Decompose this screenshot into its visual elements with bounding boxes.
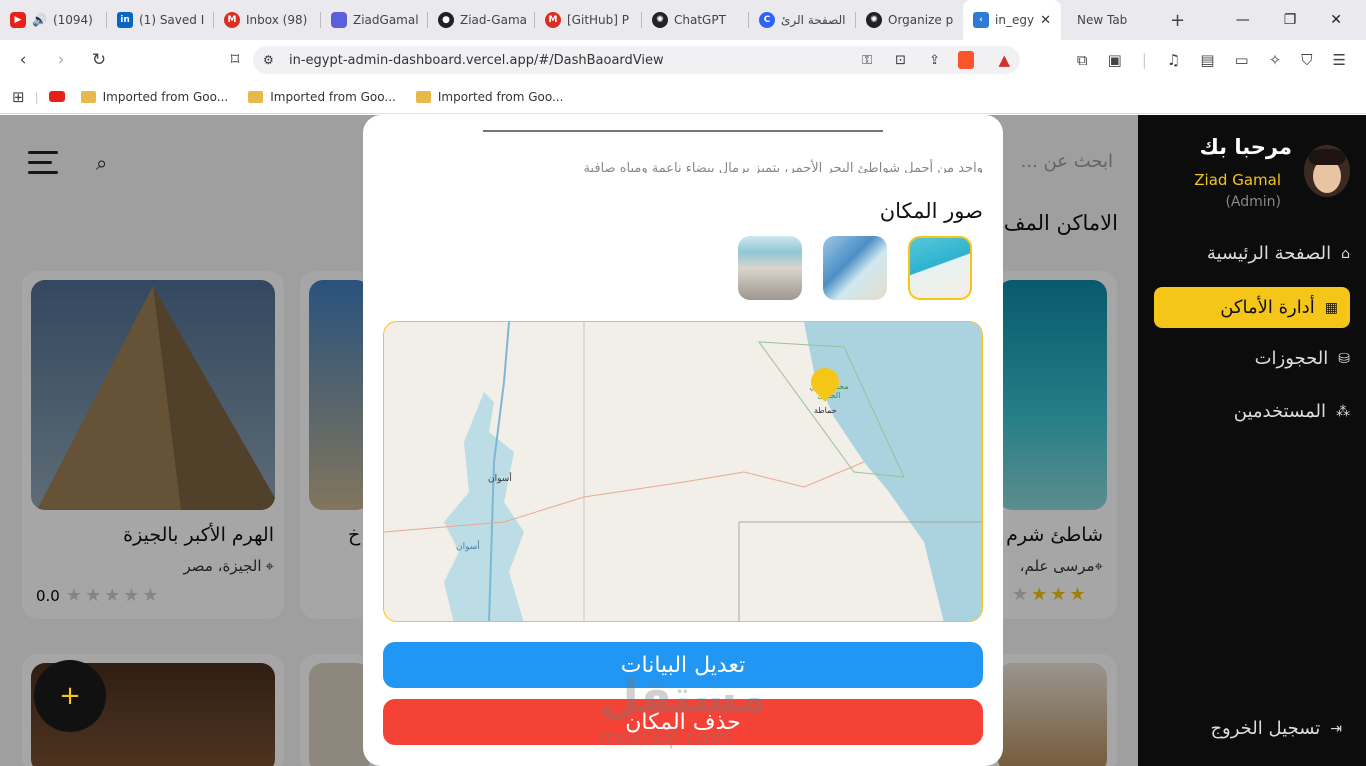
place-photo-3[interactable] xyxy=(738,236,802,300)
sidebar-icon[interactable]: ▤ xyxy=(1200,51,1214,69)
avatar[interactable] xyxy=(1304,145,1350,197)
bookmark-folder-1[interactable]: Imported from Goo... xyxy=(80,90,228,104)
tab-github-gmail[interactable]: M [GitHub] P xyxy=(535,0,642,40)
vpn-icon[interactable]: ⛉ xyxy=(1301,51,1312,69)
database-icon: ⛁ xyxy=(1338,350,1350,367)
place-details-modal: واحد من أجمل شواطئ البحر الأحمر، يتميز ب… xyxy=(363,115,1003,766)
welcome-text: مرحبا بك xyxy=(1199,135,1292,159)
back-arrow-icon[interactable]: ‹ xyxy=(8,50,38,70)
music-icon[interactable]: ♫ xyxy=(1167,51,1180,69)
tab-linkedin[interactable]: in (1) Saved I xyxy=(107,0,214,40)
leo-icon[interactable]: ✧ xyxy=(1269,51,1282,69)
tab-gmail[interactable]: M Inbox (98) xyxy=(214,0,321,40)
app-icon xyxy=(331,12,347,28)
place-map[interactable]: أسوان أسوان محمية وادي الجمال حماطة xyxy=(383,321,983,622)
user-name: Ziad Gamal xyxy=(1194,171,1281,189)
folder-icon xyxy=(80,91,96,103)
add-place-button[interactable]: + xyxy=(34,660,106,732)
bookmark-folder-2[interactable]: Imported from Goo... xyxy=(248,90,396,104)
map-graphic xyxy=(384,322,982,621)
tab-github[interactable]: ● Ziad-Gama xyxy=(428,0,535,40)
tab-chatgpt[interactable]: ✺ ChatGPT xyxy=(642,0,749,40)
logout-button[interactable]: ⇥ تسجيل الخروج xyxy=(1210,718,1342,739)
logout-icon: ⇥ xyxy=(1330,720,1342,737)
bookmark-folder-3[interactable]: Imported from Goo... xyxy=(415,90,563,104)
tab-home-ar[interactable]: C الصفحة الرئ xyxy=(749,0,856,40)
flutter-icon: ‹ xyxy=(973,12,989,28)
user-role: (Admin) xyxy=(1225,194,1281,210)
modal-drag-handle[interactable] xyxy=(483,130,883,132)
audio-icon: 🔊 xyxy=(32,13,47,27)
chatgpt-icon: ✺ xyxy=(652,12,668,28)
tab-youtube[interactable]: ▶ 🔊 (1094) xyxy=(0,0,107,40)
place-photo-2[interactable] xyxy=(823,236,887,300)
key-icon[interactable]: ⚿ xyxy=(862,53,872,68)
reload-icon[interactable]: ↻ xyxy=(84,50,114,70)
home-icon: ⌂ xyxy=(1341,245,1350,262)
place-photo-1[interactable] xyxy=(908,236,972,300)
brave-rewards-icon[interactable]: ▲ xyxy=(998,51,1010,69)
tab-new-tab[interactable]: New Tab xyxy=(1061,0,1168,40)
extensions-icon[interactable]: ⧉ xyxy=(1077,51,1088,69)
site-info-icon[interactable]: ⚙ xyxy=(263,53,274,67)
sidebar-item-home[interactable]: ⌂ الصفحة الرئيسية xyxy=(1207,243,1350,264)
reader-icon[interactable]: ▣ xyxy=(1108,51,1122,69)
map-label-aswan: أسوان xyxy=(488,474,512,484)
close-tab-icon[interactable]: ✕ xyxy=(1040,13,1051,28)
address-bar-row: ‹ › ↻ ⌑ ⚙ in-egypt-admin-dashboard.verce… xyxy=(0,40,1366,80)
users-icon: ⁂ xyxy=(1336,403,1350,420)
github-icon: ● xyxy=(438,12,454,28)
url-field[interactable]: ⚙ in-egypt-admin-dashboard.vercel.app/#/… xyxy=(253,46,1020,74)
apps-grid-icon[interactable]: ⊞ xyxy=(12,88,25,106)
watermark-url: mostaql.com xyxy=(599,725,729,749)
menu-icon[interactable]: ☰ xyxy=(1333,51,1346,69)
place-description: واحد من أجمل شواطئ البحر الأحمر، يتميز ب… xyxy=(583,161,983,173)
bookmark-icon[interactable]: ⌑ xyxy=(220,50,250,70)
dashboard-page: ⌕ ابحث عن ... الاماكن المف الهرم الأكبر … xyxy=(0,115,1366,766)
chatgpt-icon: ✺ xyxy=(866,12,882,28)
sidebar: مرحبا بك Ziad Gamal (Admin) ⌂ الصفحة الرئ… xyxy=(1138,115,1366,766)
youtube-icon: ▶ xyxy=(10,12,26,28)
sidebar-item-places[interactable]: ▦ أدارة الأماكن xyxy=(1154,287,1350,328)
gmail-icon: M xyxy=(224,12,240,28)
store-icon: ▦ xyxy=(1324,299,1338,316)
browser-tab-bar: ▶ 🔊 (1094) in (1) Saved I M Inbox (98) ZiadG… xyxy=(0,0,1366,40)
tab-organize[interactable]: ✺ Organize p xyxy=(856,0,963,40)
photos-title: صور المكان xyxy=(879,199,983,223)
forward-arrow-icon[interactable]: › xyxy=(46,50,76,70)
map-label-aswan-lake: أسوان xyxy=(456,542,480,552)
watermark-logo: مستقل xyxy=(599,669,768,723)
folder-icon xyxy=(248,91,264,103)
tab-ziadgamal[interactable]: ZiadGamal xyxy=(321,0,428,40)
map-label-hamata: حماطة xyxy=(814,406,837,415)
share-icon[interactable]: ⇪ xyxy=(929,53,940,68)
minimize-icon[interactable]: — xyxy=(1236,12,1250,28)
brave-shield-icon[interactable] xyxy=(958,51,974,69)
linkedin-icon: in xyxy=(117,12,133,28)
tab-in-egypt[interactable]: ‹ in_egy ✕ xyxy=(963,0,1061,40)
app-icon: C xyxy=(759,12,775,28)
install-icon[interactable]: ⊡ xyxy=(895,53,906,68)
window-close-icon[interactable]: ✕ xyxy=(1330,12,1342,28)
sidebar-item-bookings[interactable]: ⛁ الحجوزات xyxy=(1255,348,1350,369)
folder-icon xyxy=(415,91,431,103)
bookmarks-bar: ⊞ | Imported from Goo... Imported from G… xyxy=(0,80,1366,114)
wallet-icon[interactable]: ▭ xyxy=(1235,51,1249,69)
youtube-icon[interactable] xyxy=(48,91,65,102)
maximize-icon[interactable]: ❐ xyxy=(1284,12,1297,28)
sidebar-item-users[interactable]: ⁂ المستخدمين xyxy=(1234,401,1350,422)
new-tab-plus-icon[interactable]: + xyxy=(1170,10,1185,31)
gmail-icon: M xyxy=(545,12,561,28)
